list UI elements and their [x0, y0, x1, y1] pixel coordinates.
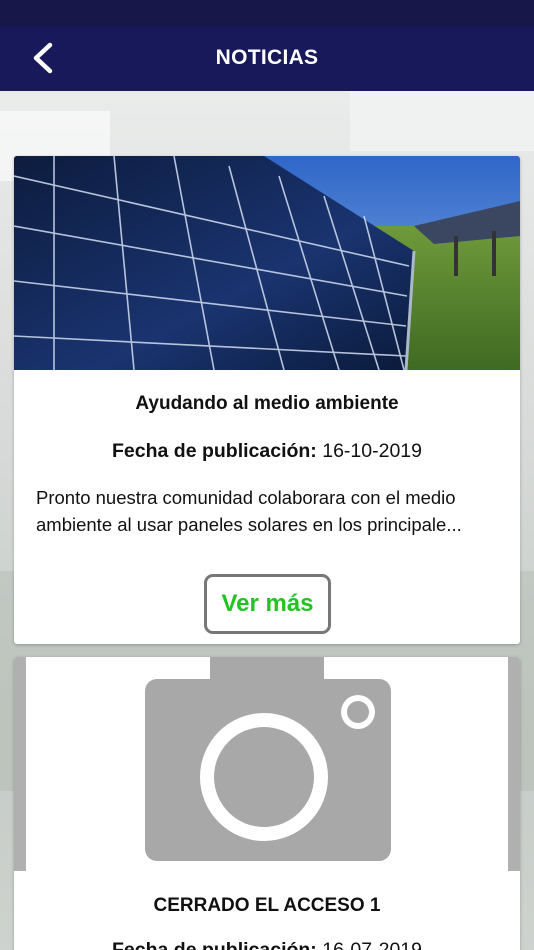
page-title: NOTICIAS [215, 46, 319, 69]
status-bar [0, 0, 534, 26]
date-value: 16-10-2019 [322, 440, 422, 462]
solar-panels-image [14, 156, 520, 370]
news-date: Fecha de publicación: 16-10-2019 [14, 440, 520, 463]
top-navbar: NOTICIAS [0, 26, 534, 91]
date-label: Fecha de publicación: [112, 939, 317, 950]
news-title: CERRADO EL ACCESO 1 [153, 895, 381, 916]
news-title: Ayudando al medio ambiente [135, 393, 399, 414]
news-date: Fecha de publicación: 16-07-2019 [14, 939, 520, 950]
camera-placeholder-icon [14, 657, 520, 871]
date-label: Fecha de publicación: [112, 440, 317, 462]
news-description: Pronto nuestra comunidad colaborara con … [36, 487, 462, 535]
read-more-button[interactable]: Ver más [204, 574, 331, 634]
date-value: 16-07-2019 [322, 939, 422, 950]
news-card[interactable]: CERRADO EL ACCESO 1 Fecha de publicación… [14, 657, 520, 950]
news-card[interactable]: Ayudando al medio ambiente Fecha de publ… [14, 156, 520, 644]
